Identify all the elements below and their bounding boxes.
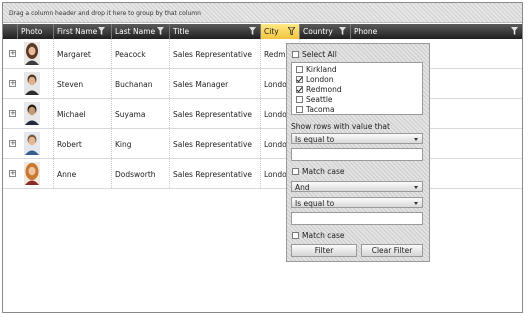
first-name-cell: Robert: [54, 129, 112, 158]
funnel-icon[interactable]: [249, 27, 256, 35]
photo-cell: [18, 99, 54, 128]
title-cell: Sales Representative: [170, 159, 261, 188]
table-row[interactable]: + Steven Buchanan Sales Manager Londo: [3, 69, 522, 99]
london-checkbox[interactable]: [296, 76, 303, 83]
photo-cell: [18, 159, 54, 188]
title-cell: Sales Representative: [170, 129, 261, 158]
man-photo: [24, 132, 40, 155]
first-name-cell: Anne: [54, 159, 112, 188]
operator-2-select[interactable]: Is equal to: [291, 197, 423, 208]
header-title[interactable]: Title: [170, 24, 261, 39]
last-name-cell: Peacock: [112, 39, 170, 68]
match-case-2-checkbox[interactable]: [292, 232, 299, 239]
first-name-cell: Michael: [54, 99, 112, 128]
photo-cell: [18, 129, 54, 158]
kirkland-checkbox[interactable]: [296, 66, 303, 73]
table-row[interactable]: + Robert King Sales Representative Londo: [3, 129, 522, 159]
value-1-input[interactable]: [291, 148, 423, 161]
title-cell: Sales Representative: [170, 99, 261, 128]
title-cell: Sales Manager: [170, 69, 261, 98]
column-header-row: Photo First Name Last Name Title City Co…: [3, 24, 522, 39]
header-photo[interactable]: Photo: [18, 24, 54, 39]
distinct-value-label: Tacoma: [306, 105, 335, 114]
select-all-checkbox[interactable]: [292, 51, 299, 58]
first-name-cell: Steven: [54, 69, 112, 98]
city-filter-popup: Select All Kirkland London Redmond Seatt…: [286, 43, 430, 262]
header-city[interactable]: City: [261, 24, 300, 39]
select-all-label: Select All: [302, 50, 337, 59]
woman-photo: [24, 42, 40, 65]
grid-view: Drag a column header and drop it here to…: [2, 2, 523, 313]
funnel-icon[interactable]: [339, 27, 346, 35]
clear-filter-button[interactable]: Clear Filter: [361, 244, 423, 257]
table-row[interactable]: + Michael Suyama Sales Representative Lo…: [3, 99, 522, 129]
funnel-icon[interactable]: [511, 27, 518, 35]
distinct-value-label: Seattle: [306, 95, 333, 104]
redmond-checkbox[interactable]: [296, 86, 303, 93]
last-name-cell: Buchanan: [112, 69, 170, 98]
tacoma-checkbox[interactable]: [296, 106, 303, 113]
man-photo: [24, 102, 40, 125]
last-name-cell: Suyama: [112, 99, 170, 128]
header-country[interactable]: Country: [300, 24, 351, 39]
table-row[interactable]: + Anne Dodsworth Sales Representative Lo…: [3, 159, 522, 189]
value-2-input[interactable]: [291, 212, 423, 225]
expand-plus-icon[interactable]: +: [9, 50, 16, 57]
filter-button[interactable]: Filter: [291, 244, 357, 257]
distinct-value-label: Redmond: [306, 85, 342, 94]
last-name-cell: King: [112, 129, 170, 158]
first-name-cell: Margaret: [54, 39, 112, 68]
distinct-value-label: Kirkland: [306, 65, 337, 74]
table-row[interactable]: + Margaret Peacock Sales Representative …: [3, 39, 522, 69]
expand-plus-icon[interactable]: +: [9, 170, 16, 177]
match-case-1-checkbox[interactable]: [292, 168, 299, 175]
group-panel-hint: Drag a column header and drop it here to…: [9, 10, 201, 17]
match-case-2-label: Match case: [302, 231, 345, 240]
group-panel[interactable]: Drag a column header and drop it here to…: [3, 3, 522, 23]
expand-column-header: [3, 24, 18, 39]
funnel-icon[interactable]: [288, 27, 295, 35]
show-rows-label: Show rows with value that: [291, 122, 390, 131]
title-cell: Sales Representative: [170, 39, 261, 68]
photo-cell: [18, 69, 54, 98]
dropdown-arrow-icon: [414, 186, 418, 189]
header-last-name[interactable]: Last Name: [112, 24, 170, 39]
seattle-checkbox[interactable]: [296, 96, 303, 103]
header-phone[interactable]: Phone: [351, 24, 522, 39]
expand-plus-icon[interactable]: +: [9, 80, 16, 87]
man-photo: [24, 72, 40, 95]
dropdown-arrow-icon: [414, 138, 418, 141]
dropdown-arrow-icon: [414, 202, 418, 205]
operator-1-select[interactable]: Is equal to: [291, 133, 423, 144]
woman-photo: [24, 162, 40, 185]
photo-cell: [18, 39, 54, 68]
last-name-cell: Dodsworth: [112, 159, 170, 188]
funnel-icon[interactable]: [157, 27, 164, 35]
expand-plus-icon[interactable]: +: [9, 140, 16, 147]
match-case-1-label: Match case: [302, 167, 345, 176]
logical-operator-select[interactable]: And: [291, 181, 423, 192]
header-first-name[interactable]: First Name: [54, 24, 112, 39]
distinct-values-list[interactable]: Kirkland London Redmond Seattle Tacoma: [291, 62, 423, 115]
distinct-value-label: London: [306, 75, 334, 84]
expand-plus-icon[interactable]: +: [9, 110, 16, 117]
funnel-icon[interactable]: [98, 27, 105, 35]
